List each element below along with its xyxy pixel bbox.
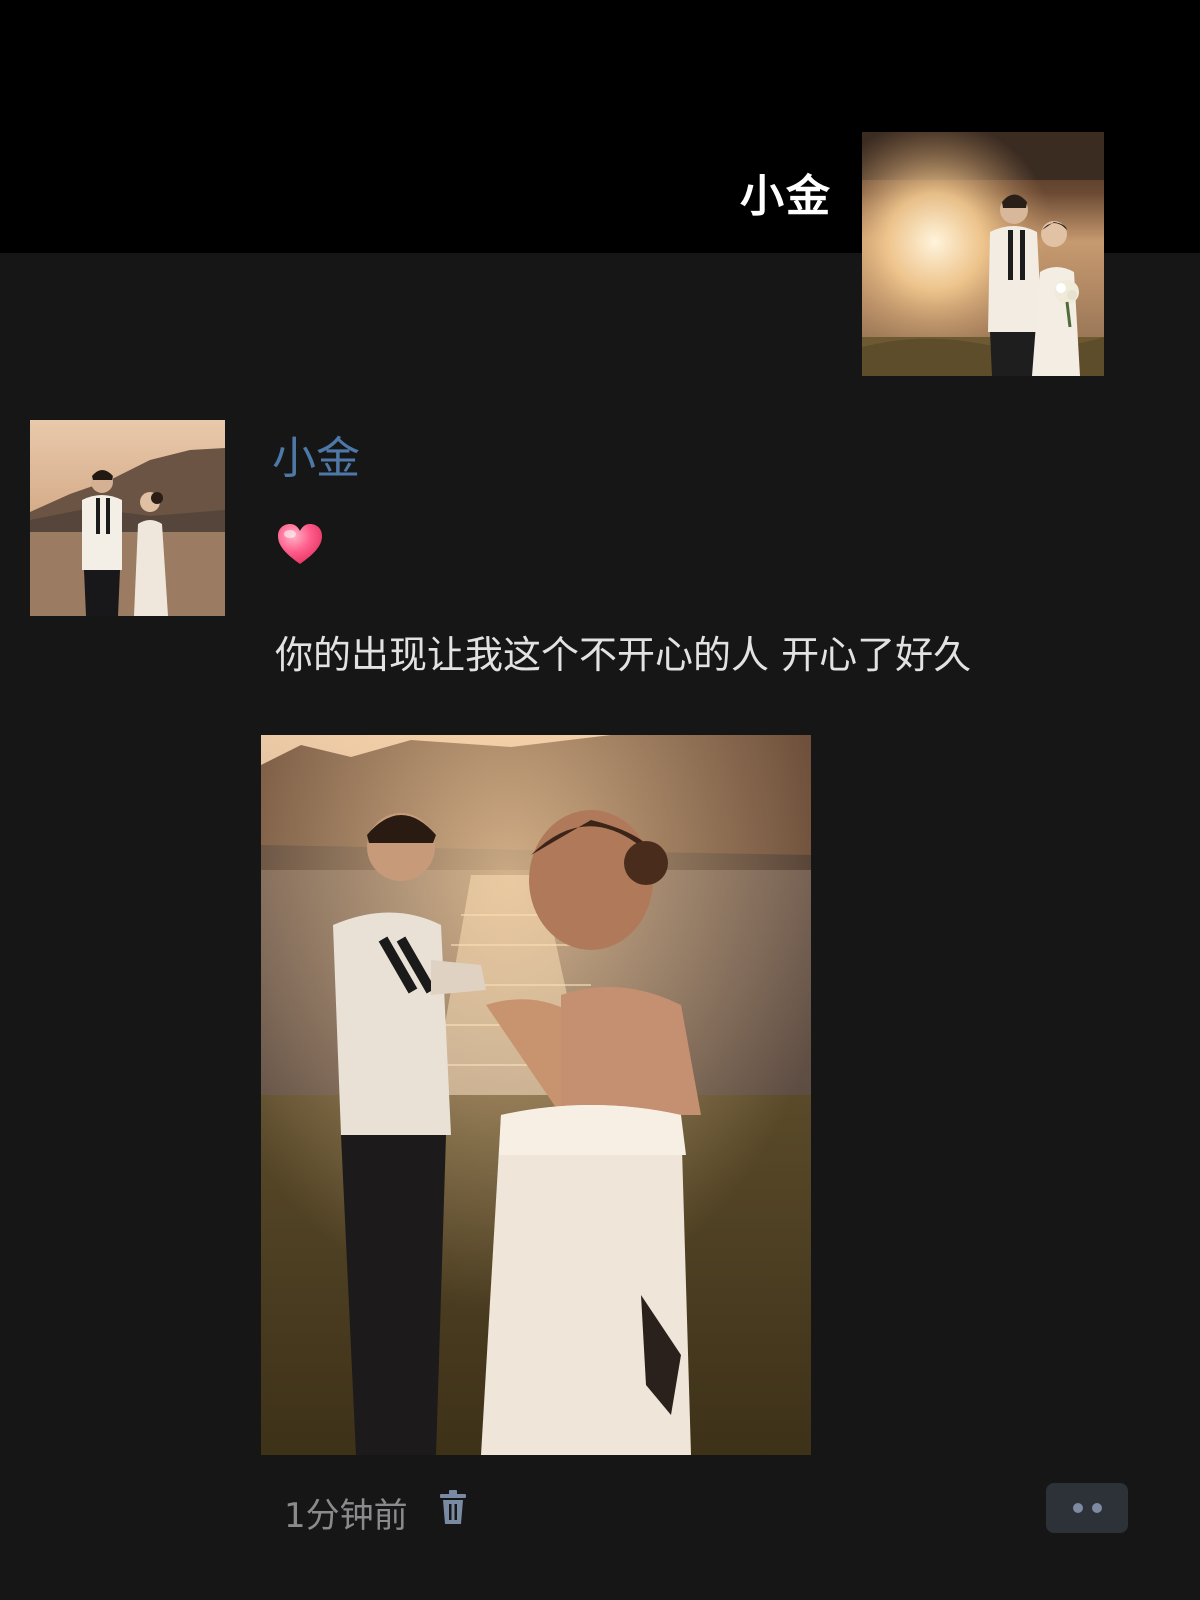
trash-icon[interactable]: [438, 1490, 468, 1526]
more-actions-button[interactable]: [1046, 1483, 1128, 1533]
ellipsis-icon: [1091, 1503, 1102, 1513]
post-author-name[interactable]: 小金: [272, 422, 360, 486]
moments-page: 小金 小金 你的出现让我这个不开心的人 开心了好久 1分钟前: [0, 0, 1200, 1600]
post-content-text: 你的出现让我这个不开心的人 开心了好久: [275, 633, 972, 677]
post-author-avatar[interactable]: [30, 420, 225, 616]
post-photo[interactable]: [261, 735, 811, 1455]
post-timestamp: 1分钟前: [284, 1496, 408, 1536]
ellipsis-icon: [1072, 1503, 1083, 1513]
red-heart-icon: [276, 522, 324, 566]
profile-avatar[interactable]: [862, 132, 1104, 376]
cover-username: 小金: [740, 171, 832, 222]
